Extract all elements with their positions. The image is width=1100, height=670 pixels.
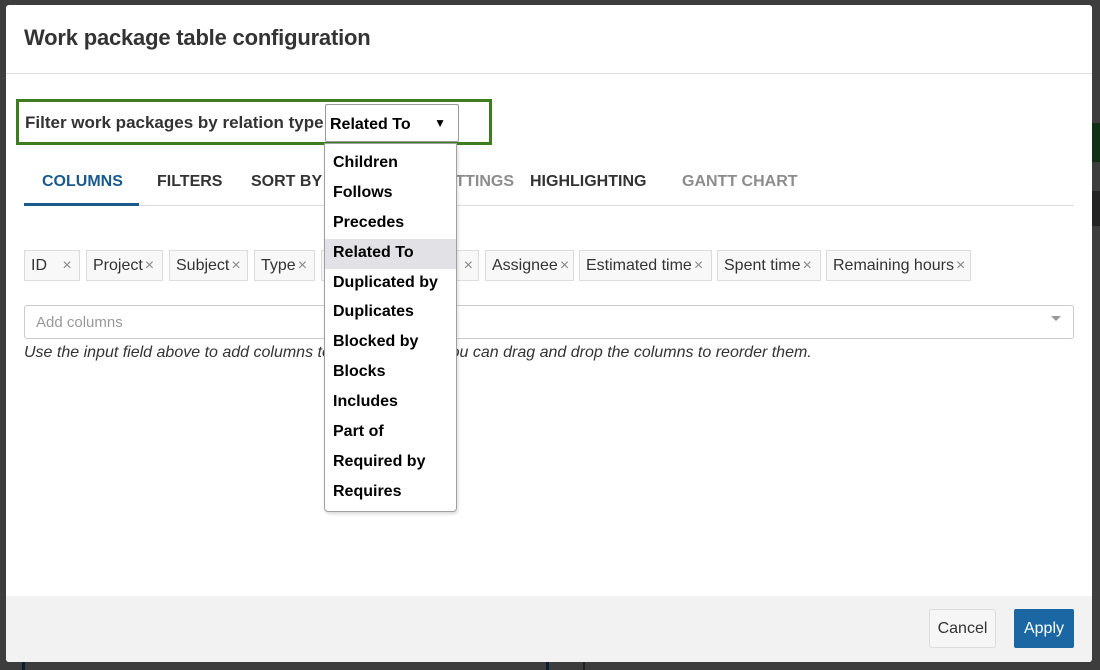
modal-footer: Cancel Apply <box>6 596 1092 662</box>
remove-column-icon[interactable]: × <box>62 257 71 274</box>
column-chip-label: Assignee <box>492 257 558 274</box>
config-tabs: COLUMNS FILTERS SORT BY DISPLAY SETTINGS… <box>24 165 1074 206</box>
remove-column-icon[interactable]: × <box>231 257 240 274</box>
remove-column-icon[interactable]: × <box>956 257 965 274</box>
column-chip-label: Spent time <box>724 257 801 274</box>
column-chip-label: Subject <box>176 257 230 274</box>
tab-highlighting[interactable]: HIGHLIGHTING <box>530 173 646 191</box>
column-chip[interactable]: Project × <box>86 250 163 281</box>
relation-filter-label: Filter work packages by relation type <box>25 113 324 132</box>
relation-type-selected-value: Related To <box>330 116 411 133</box>
column-chip[interactable]: Assignee × <box>485 250 574 281</box>
relation-filter-section: Filter work packages by relation type Re… <box>16 99 492 145</box>
remove-column-icon[interactable]: × <box>560 257 569 274</box>
modal-header: Work package table configuration <box>6 5 1092 74</box>
remove-column-icon[interactable]: × <box>802 257 811 274</box>
relation-option-blocks[interactable]: Blocks <box>325 358 456 388</box>
remove-column-icon[interactable]: × <box>298 257 307 274</box>
remove-column-icon[interactable]: × <box>145 257 154 274</box>
relation-type-select[interactable]: Related To ▼ <box>325 104 459 142</box>
relation-option-includes[interactable]: Includes <box>325 388 456 418</box>
add-columns-placeholder: Add columns <box>36 314 123 331</box>
tab-columns[interactable]: COLUMNS <box>42 173 123 191</box>
cancel-button[interactable]: Cancel <box>929 609 996 648</box>
remove-column-icon[interactable]: × <box>464 257 473 275</box>
column-chip[interactable]: ID × <box>24 250 80 281</box>
relation-option-duplicates[interactable]: Duplicates <box>325 298 456 328</box>
column-chip[interactable]: Remaining hours × <box>826 250 971 281</box>
table-configuration-modal: Work package table configuration Filter … <box>6 5 1092 662</box>
relation-option-part-of[interactable]: Part of <box>325 418 456 448</box>
apply-button[interactable]: Apply <box>1014 609 1074 648</box>
column-chip-label: Remaining hours <box>833 257 954 274</box>
background-app-element <box>1092 123 1100 162</box>
remove-column-icon[interactable]: × <box>694 257 703 274</box>
column-chip-label: ID <box>31 257 47 274</box>
background-app-element <box>1092 191 1100 226</box>
relation-option-related-to[interactable]: Related To <box>325 238 456 269</box>
column-chip-label: Project <box>93 257 143 274</box>
chevron-down-icon[interactable] <box>1051 316 1061 321</box>
relation-option-requires[interactable]: Requires <box>325 478 456 508</box>
active-tab-indicator <box>24 203 139 206</box>
relation-option-children[interactable]: Children <box>325 149 456 179</box>
relation-option-duplicated-by[interactable]: Duplicated by <box>325 269 456 299</box>
column-chip[interactable]: Subject × <box>169 250 248 281</box>
column-chip[interactable]: Spent time × <box>717 250 821 281</box>
relation-type-dropdown-list: Children Follows Precedes Related To Dup… <box>324 143 457 512</box>
column-chip[interactable]: Estimated time × <box>579 250 712 281</box>
relation-option-follows[interactable]: Follows <box>325 179 456 209</box>
column-chip[interactable]: Type × <box>254 250 315 281</box>
relation-option-required-by[interactable]: Required by <box>325 448 456 478</box>
dropdown-arrow-icon: ▼ <box>434 116 446 130</box>
column-chip-label: Estimated time <box>586 257 692 274</box>
relation-option-blocked-by[interactable]: Blocked by <box>325 328 456 358</box>
tab-filters[interactable]: FILTERS <box>157 173 222 191</box>
column-chip-label: Type <box>261 257 296 274</box>
tab-sort-by[interactable]: SORT BY <box>251 173 322 191</box>
add-columns-input[interactable]: Add columns <box>24 305 1074 339</box>
relation-option-precedes[interactable]: Precedes <box>325 209 456 239</box>
tab-gantt-chart[interactable]: GANTT CHART <box>682 173 798 191</box>
modal-title: Work package table configuration <box>24 25 371 50</box>
